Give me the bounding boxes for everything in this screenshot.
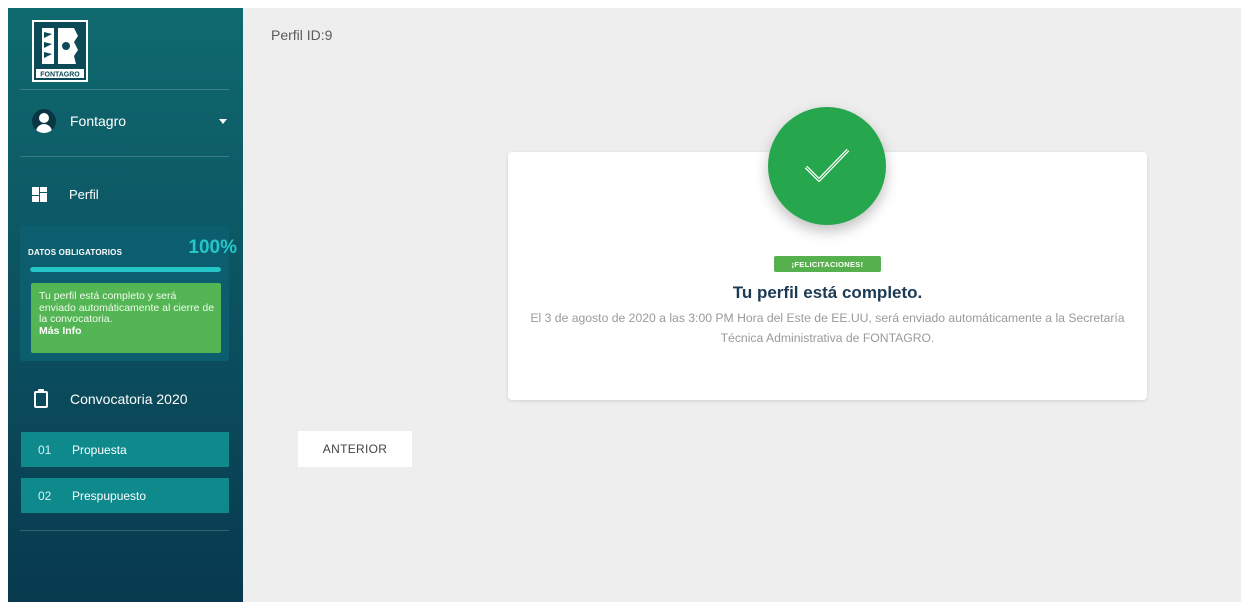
mas-info-link[interactable]: Más Info [39, 325, 215, 338]
divider [20, 156, 229, 157]
perfil-id: Perfil ID:9 [271, 27, 333, 43]
dashboard-grid-icon [32, 186, 47, 202]
step-label: Prespupuesto [72, 488, 147, 503]
user-name: Fontagro [70, 113, 127, 129]
sidebar-item-convocatoria[interactable]: Convocatoria 2020 [34, 386, 188, 412]
felicitaciones-badge: ¡FELICITACIONES! [774, 256, 881, 272]
user-avatar-icon [32, 109, 56, 133]
sidebar-item-perfil[interactable]: Perfil [32, 182, 99, 206]
step-number: 01 [38, 442, 52, 457]
completion-info-box: Tu perfil está completo y será enviado a… [31, 283, 221, 353]
datos-obligatorios-panel: DATOS OBLIGATORIOS 100% Tu perfil está c… [20, 225, 237, 361]
anterior-button[interactable]: ANTERIOR [298, 431, 412, 467]
completion-progress-bar [30, 267, 221, 272]
step-propuesta[interactable]: 01 Propuesta [21, 432, 229, 467]
datos-title: DATOS OBLIGATORIOS [28, 248, 123, 257]
step-presupuesto[interactable]: 02 Prespupuesto [21, 478, 229, 513]
main-content: Perfil ID:9 ¡FELICITACIONES! Tu perfil e… [243, 8, 1241, 602]
sidebar-item-label: Convocatoria 2020 [70, 391, 188, 407]
success-description: El 3 de agosto de 2020 a las 3:00 PM Hor… [508, 308, 1147, 348]
completion-percent: 100% [188, 237, 237, 258]
logo-wordmark: FONTAGRO [40, 72, 80, 79]
user-menu[interactable]: Fontagro [32, 106, 227, 136]
divider [20, 530, 229, 531]
success-title: Tu perfil está completo. [732, 283, 923, 302]
step-label: Propuesta [72, 442, 127, 457]
fontagro-logo[interactable]: FONTAGRO [32, 20, 88, 82]
completion-message: Tu perfil está completo y será enviado a… [39, 290, 215, 325]
progress-fill [30, 267, 221, 272]
step-number: 02 [38, 488, 52, 503]
checkmark-icon [768, 107, 886, 225]
caret-down-icon[interactable] [219, 118, 227, 124]
sidebar-item-label: Perfil [69, 186, 99, 202]
divider [20, 89, 229, 90]
sidebar: FONTAGRO Fontagro Perfil DATOS OBLIGATOR… [8, 8, 243, 602]
clipboard-icon [34, 388, 48, 408]
description-text: El 3 de agosto de 2020 a las 3:00 PM Hor… [530, 311, 1125, 345]
